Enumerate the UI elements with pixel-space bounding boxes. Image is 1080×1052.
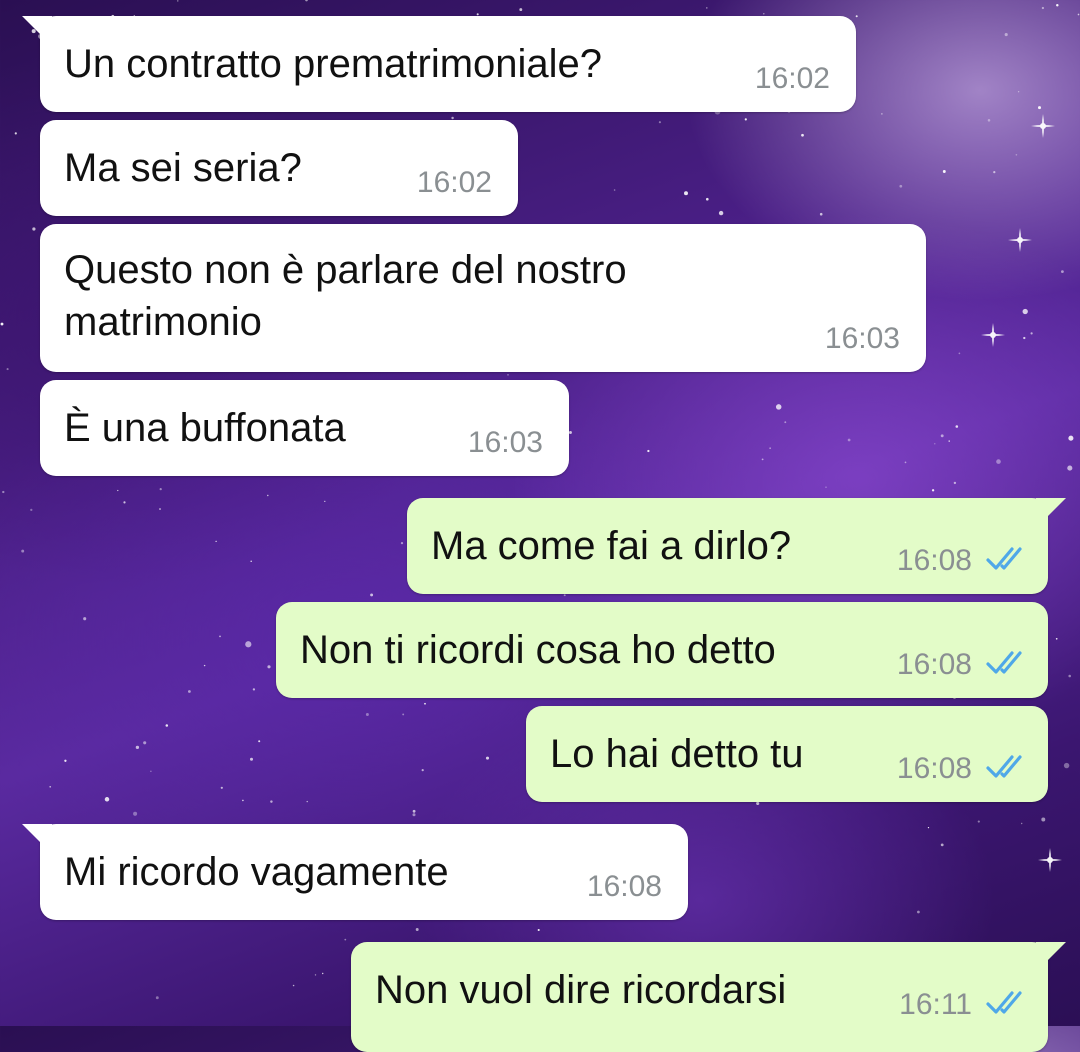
message-time: 16:03 bbox=[824, 322, 900, 355]
double-check-icon bbox=[986, 991, 1022, 1014]
bubble-tail bbox=[1036, 498, 1066, 528]
bubble-tail bbox=[1036, 942, 1066, 972]
message-outgoing[interactable]: Non ti ricordi cosa ho detto 16:08 bbox=[276, 602, 1048, 698]
message-text-line: matrimonio bbox=[64, 300, 262, 344]
message-time: 16:08 bbox=[586, 870, 662, 903]
message-incoming[interactable]: Ma sei seria? 16:02 bbox=[40, 120, 518, 216]
bubble-tail bbox=[22, 824, 52, 854]
message-text: Non vuol dire ricordarsi bbox=[375, 968, 787, 1012]
message-text: Ma sei seria? bbox=[64, 146, 302, 190]
message-incoming[interactable]: È una buffonata 16:03 bbox=[40, 380, 569, 476]
message-time: 16:08 bbox=[896, 544, 972, 577]
double-check-icon bbox=[986, 651, 1022, 674]
message-incoming[interactable]: Un contratto prematrimoniale? 16:02 bbox=[22, 16, 856, 112]
message-text: Lo hai detto tu bbox=[550, 732, 804, 776]
message-text: Mi ricordo vagamente bbox=[64, 850, 449, 894]
message-time: 16:02 bbox=[754, 62, 830, 95]
message-text: Non ti ricordi cosa ho detto bbox=[300, 628, 776, 672]
message-incoming[interactable]: Questo non è parlare del nostro matrimon… bbox=[40, 224, 926, 372]
message-outgoing[interactable]: Lo hai detto tu 16:08 bbox=[526, 706, 1048, 802]
message-text: Un contratto prematrimoniale? bbox=[64, 42, 603, 86]
message-text: Ma come fai a dirlo? bbox=[431, 524, 792, 568]
message-time: 16:08 bbox=[896, 752, 972, 785]
double-check-icon bbox=[986, 755, 1022, 778]
message-text-line: Questo non è parlare del nostro bbox=[64, 248, 627, 292]
message-text: È una buffonata bbox=[64, 406, 346, 450]
message-time: 16:11 bbox=[899, 988, 972, 1021]
message-incoming[interactable]: Mi ricordo vagamente 16:08 bbox=[22, 824, 688, 920]
message-outgoing[interactable]: Ma come fai a dirlo? 16:08 bbox=[407, 498, 1066, 594]
message-time: 16:03 bbox=[467, 426, 543, 459]
bubble-tail bbox=[22, 16, 52, 46]
message-outgoing[interactable]: Non vuol dire ricordarsi 16:11 bbox=[351, 942, 1066, 1052]
double-check-icon bbox=[986, 547, 1022, 570]
message-time: 16:02 bbox=[416, 166, 492, 199]
message-time: 16:08 bbox=[896, 648, 972, 681]
